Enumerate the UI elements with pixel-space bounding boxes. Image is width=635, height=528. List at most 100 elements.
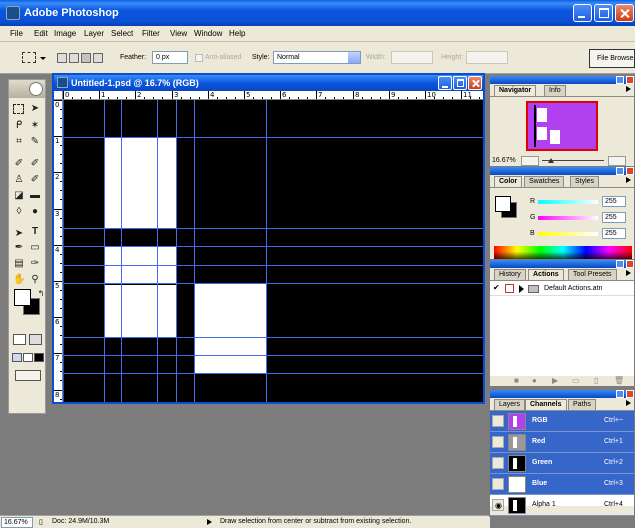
tab-swatches[interactable]: Swatches bbox=[524, 176, 565, 187]
channel-row[interactable]: Blue Ctrl+3 bbox=[490, 474, 634, 495]
slice-tool-icon[interactable]: ✎ bbox=[29, 136, 41, 148]
color-spectrum-bar[interactable] bbox=[494, 246, 632, 260]
crop-tool-icon[interactable]: ⌗ bbox=[13, 136, 25, 148]
color-fg-swatch[interactable] bbox=[495, 196, 511, 212]
palette-close-button[interactable] bbox=[626, 76, 634, 84]
palette-menu-arrow-icon[interactable] bbox=[626, 400, 631, 406]
foreground-color-swatch[interactable] bbox=[14, 289, 31, 306]
menu-window[interactable]: Window bbox=[194, 29, 222, 38]
tab-paths[interactable]: Paths bbox=[568, 399, 596, 410]
style-select[interactable]: Normal bbox=[273, 51, 361, 64]
notes-tool-icon[interactable]: ▤ bbox=[13, 258, 25, 270]
quick-mask-icon[interactable] bbox=[29, 334, 42, 345]
channel-row[interactable]: ◉ Alpha 1 Ctrl+4 bbox=[490, 495, 634, 516]
swap-colors-icon[interactable]: ↰ bbox=[35, 288, 47, 300]
brush-tool-icon[interactable]: ✐ bbox=[29, 158, 41, 170]
clone-stamp-icon[interactable]: ♙ bbox=[13, 174, 25, 186]
doc-close-button[interactable] bbox=[468, 76, 482, 90]
menu-file[interactable]: File bbox=[10, 29, 23, 38]
tab-color[interactable]: Color bbox=[494, 176, 523, 187]
gradient-tool-icon[interactable]: ▬ bbox=[29, 190, 41, 202]
palette-close-button[interactable] bbox=[626, 167, 634, 175]
history-brush-icon[interactable]: ✐ bbox=[29, 174, 41, 186]
checkmark-icon[interactable]: ✔ bbox=[493, 283, 500, 292]
horizontal-guide[interactable] bbox=[64, 137, 483, 138]
channel-row[interactable]: Green Ctrl+2 bbox=[490, 453, 634, 474]
stop-icon[interactable]: ■ bbox=[514, 376, 519, 385]
type-tool-icon[interactable]: T bbox=[29, 226, 41, 238]
palette-close-button[interactable] bbox=[626, 260, 634, 268]
horizontal-guide[interactable] bbox=[64, 265, 483, 266]
channel-row[interactable]: RGB Ctrl+~ bbox=[490, 411, 634, 432]
add-selection-icon[interactable] bbox=[69, 53, 79, 63]
doc-minimize-button[interactable] bbox=[438, 76, 452, 90]
file-browser-button[interactable]: File Browse bbox=[589, 49, 635, 68]
action-set-row[interactable]: ✔ Default Actions.atn bbox=[490, 281, 634, 296]
palette-menu-arrow-icon[interactable] bbox=[626, 86, 631, 92]
menu-edit[interactable]: Edit bbox=[34, 29, 48, 38]
anti-aliased-checkbox[interactable] bbox=[195, 54, 203, 62]
toolbox-grip[interactable] bbox=[9, 80, 45, 98]
move-tool-icon[interactable]: ➤ bbox=[29, 103, 41, 115]
visibility-toggle[interactable] bbox=[492, 436, 504, 448]
width-input[interactable] bbox=[391, 51, 433, 64]
status-menu-arrow-icon[interactable] bbox=[207, 519, 212, 525]
eye-icon[interactable]: ◉ bbox=[492, 499, 504, 511]
image-canvas[interactable] bbox=[64, 100, 483, 402]
magic-wand-icon[interactable]: ✶ bbox=[29, 120, 41, 132]
path-selection-icon[interactable]: ➤ bbox=[13, 228, 25, 240]
r-value-input[interactable]: 255 bbox=[602, 196, 626, 207]
close-button[interactable] bbox=[615, 4, 634, 22]
new-set-icon[interactable]: ▭ bbox=[572, 376, 580, 385]
horizontal-guide[interactable] bbox=[64, 283, 483, 284]
r-slider[interactable] bbox=[538, 200, 598, 204]
menu-help[interactable]: Help bbox=[229, 29, 245, 38]
eyedropper-tool-icon[interactable]: ✑ bbox=[29, 258, 41, 270]
vertical-guide[interactable] bbox=[104, 100, 105, 402]
palette-title-bar[interactable] bbox=[490, 390, 634, 398]
horizontal-guide[interactable] bbox=[64, 355, 483, 356]
screen-mode-standard-icon[interactable] bbox=[12, 353, 22, 362]
expand-arrow-icon[interactable] bbox=[519, 285, 524, 293]
horizontal-guide[interactable] bbox=[64, 228, 483, 229]
lasso-tool-icon[interactable]: ᑭ bbox=[13, 120, 25, 132]
doc-maximize-button[interactable] bbox=[453, 76, 467, 90]
document-title-bar[interactable]: Untitled-1.psd @ 16.7% (RGB) bbox=[54, 75, 483, 91]
vertical-guide[interactable] bbox=[266, 100, 267, 402]
tab-navigator[interactable]: Navigator bbox=[494, 85, 537, 96]
shape-tool-icon[interactable]: ▭ bbox=[29, 242, 41, 254]
horizontal-guide[interactable] bbox=[64, 246, 483, 247]
visibility-toggle[interactable] bbox=[492, 415, 504, 427]
horizontal-guide[interactable] bbox=[64, 373, 483, 374]
marquee-tool-icon[interactable] bbox=[13, 104, 24, 114]
vertical-guide[interactable] bbox=[194, 100, 195, 402]
horizontal-guide[interactable] bbox=[64, 337, 483, 338]
b-slider[interactable] bbox=[538, 232, 598, 236]
ruler-origin[interactable] bbox=[54, 91, 63, 100]
palette-close-button[interactable] bbox=[626, 390, 634, 398]
height-input[interactable] bbox=[466, 51, 508, 64]
dodge-tool-icon[interactable]: ● bbox=[29, 206, 41, 218]
maximize-button[interactable] bbox=[594, 4, 613, 22]
trash-icon[interactable]: 🗑 bbox=[614, 376, 624, 385]
palette-menu-arrow-icon[interactable] bbox=[626, 177, 631, 183]
feather-input[interactable]: 0 px bbox=[152, 51, 188, 64]
menu-filter[interactable]: Filter bbox=[142, 29, 160, 38]
hand-tool-icon[interactable]: ✋ bbox=[13, 274, 25, 286]
visibility-toggle[interactable] bbox=[492, 457, 504, 469]
intersect-selection-icon[interactable] bbox=[93, 53, 103, 63]
b-value-input[interactable]: 255 bbox=[602, 228, 626, 239]
new-selection-icon[interactable] bbox=[57, 53, 67, 63]
palette-minimize-button[interactable] bbox=[616, 76, 624, 84]
menu-view[interactable]: View bbox=[170, 29, 187, 38]
palette-minimize-button[interactable] bbox=[616, 167, 624, 175]
visibility-toggle[interactable] bbox=[492, 478, 504, 490]
zoom-level-field[interactable]: 16.67% bbox=[1, 517, 33, 528]
minimize-button[interactable] bbox=[573, 4, 592, 22]
g-value-input[interactable]: 255 bbox=[602, 212, 626, 223]
screen-mode-full-menu-icon[interactable] bbox=[23, 353, 33, 362]
marquee-preset-icon[interactable] bbox=[22, 52, 36, 63]
preset-dropdown-arrow-icon[interactable] bbox=[40, 57, 46, 60]
zoom-tool-icon[interactable]: ⚲ bbox=[29, 274, 41, 286]
vertical-guide[interactable] bbox=[176, 100, 177, 402]
